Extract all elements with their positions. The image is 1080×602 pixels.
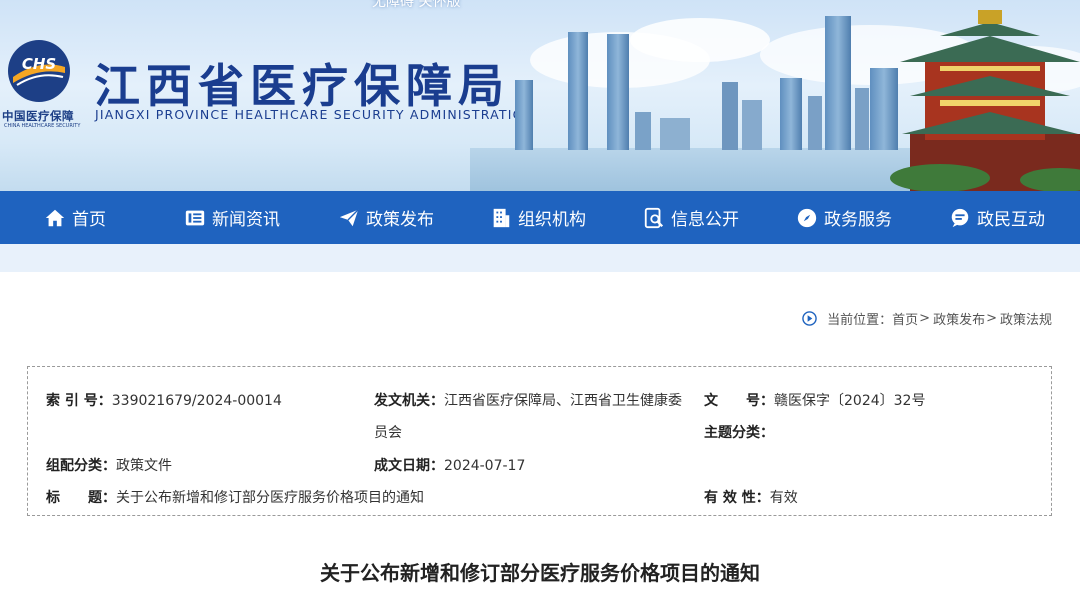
title-value: 关于公布新增和修订部分医疗服务价格项目的通知: [116, 490, 424, 506]
issuer-field-continued: 员会: [374, 423, 402, 443]
category-value: 政策文件: [116, 458, 172, 474]
title-label: 标 题：: [46, 490, 116, 506]
index-number-label: 索 引 号：: [46, 393, 112, 409]
nav-item-services[interactable]: 政务服务: [796, 191, 892, 244]
date-label: 成文日期：: [374, 458, 444, 474]
nav-label: 政策发布: [366, 210, 434, 230]
nav-label: 首页: [72, 210, 106, 230]
document-title: 关于公布新增和修订部分医疗服务价格项目的通知: [320, 561, 760, 585]
accessibility-link[interactable]: 无障碍 关怀版: [372, 0, 460, 11]
issuer-field: 发文机关：江西省医疗保障局、江西省卫生健康委: [374, 391, 682, 411]
breadcrumb-regulations[interactable]: 政策法规: [1000, 309, 1052, 328]
nav-item-policy[interactable]: 政策发布: [338, 191, 434, 244]
nav-item-home[interactable]: 首页: [44, 191, 106, 244]
topic-field: 主题分类：: [704, 423, 774, 443]
date-value: 2024-07-17: [444, 458, 526, 474]
breadcrumb-separator: >: [919, 310, 931, 326]
logo-english-text: CHINA HEALTHCARE SECURITY: [4, 123, 81, 129]
title-field: 标 题：关于公布新增和修订部分医疗服务价格项目的通知: [46, 488, 424, 508]
nav-label: 政务服务: [824, 210, 892, 230]
header-banner: 无障碍 关怀版 CHS 中国医疗保障 CHINA HEALTHCARE SECU…: [0, 0, 1080, 191]
breadcrumb: 当前位置： 首页 > 政策发布 > 政策法规: [802, 309, 1052, 328]
city-skyline-illustration: [470, 10, 1080, 191]
main-nav: 首页 新闻资讯 政策发布 组织机构 信息公开 政务服务 政民互动: [0, 191, 1080, 244]
nav-item-interaction[interactable]: 政民互动: [949, 191, 1045, 244]
compass-icon: [797, 208, 817, 227]
site-subtitle: JIANGXI PROVINCE HEALTHCARE SECURITY ADM…: [95, 107, 535, 122]
logo-chinese-text: 中国医疗保障: [2, 109, 74, 123]
category-field: 组配分类：政策文件: [46, 456, 172, 476]
document-metadata-box: 索 引 号：339021679/2024-00014 发文机关：江西省医疗保障局…: [27, 366, 1052, 516]
breadcrumb-prefix: 当前位置：: [827, 312, 893, 328]
svg-text:CHS: CHS: [22, 55, 56, 73]
document-number-value: 赣医保字〔2024〕32号: [774, 393, 926, 409]
issuer-value-line2: 员会: [374, 425, 402, 441]
search-doc-icon: [644, 207, 664, 228]
index-number-value: 339021679/2024-00014: [111, 393, 282, 409]
nav-item-organization[interactable]: 组织机构: [490, 191, 586, 244]
nav-label: 新闻资讯: [212, 210, 280, 230]
home-icon: [45, 209, 65, 226]
index-number-field: 索 引 号：339021679/2024-00014: [46, 391, 282, 411]
document-number-label: 文 号：: [704, 393, 774, 409]
issuer-label: 发文机关：: [374, 393, 444, 409]
category-label: 组配分类：: [46, 458, 116, 474]
nav-shadow-strip: [0, 244, 1080, 272]
nav-label: 政民互动: [977, 210, 1045, 230]
date-field: 成文日期：2024-07-17: [374, 456, 525, 476]
document-number-field: 文 号：赣医保字〔2024〕32号: [704, 391, 925, 411]
nav-item-disclosure[interactable]: 信息公开: [643, 191, 739, 244]
nav-item-news[interactable]: 新闻资讯: [184, 191, 280, 244]
chs-logo-icon: CHS: [8, 40, 70, 102]
breadcrumb-policy[interactable]: 政策发布: [933, 309, 985, 328]
topic-label: 主题分类：: [704, 425, 774, 441]
news-icon: [185, 210, 205, 225]
nav-label: 信息公开: [671, 210, 739, 230]
nav-label: 组织机构: [518, 210, 586, 230]
breadcrumb-home[interactable]: 首页: [892, 309, 918, 328]
breadcrumb-separator: >: [986, 310, 997, 326]
validity-label: 有 效 性：: [704, 490, 770, 506]
validity-value: 有效: [769, 490, 798, 506]
location-arrow-icon: [802, 310, 817, 326]
building-icon: [493, 208, 510, 227]
issuer-value: 江西省医疗保障局、江西省卫生健康委: [444, 393, 682, 409]
paper-plane-icon: [339, 208, 359, 226]
validity-field: 有 效 性：有效: [704, 488, 798, 508]
chat-icon: [951, 208, 969, 227]
